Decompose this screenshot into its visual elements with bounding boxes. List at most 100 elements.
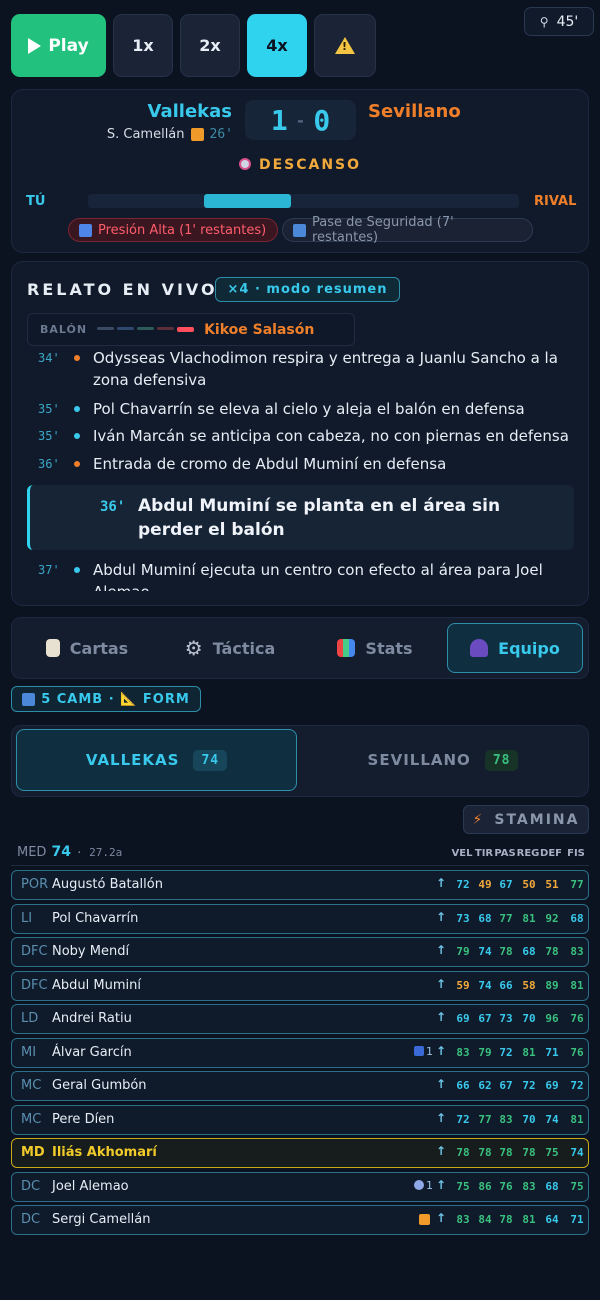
stat-reg: 70 xyxy=(522,1112,536,1126)
event-text: Pol Chavarrín se eleva al cielo y aleja … xyxy=(93,400,525,418)
player-name: Sergi Camellán xyxy=(52,1212,151,1227)
player-status-badge: 1 xyxy=(414,1045,433,1058)
player-position: MI xyxy=(21,1044,37,1060)
possession-trail xyxy=(97,327,195,332)
stat-header-fis: FIS xyxy=(567,848,585,859)
player-row[interactable]: POR Augustó Batallón ↑ 72 49 67 50 51 77 xyxy=(11,870,589,900)
tab-label: Cartas xyxy=(69,638,129,658)
stat-def: 64 xyxy=(545,1213,559,1226)
tactic-chip-pressure[interactable]: Presión Alta (1' restantes) xyxy=(68,218,278,242)
stat-reg: 50 xyxy=(522,878,536,891)
event-minute: 34' xyxy=(38,351,60,365)
stat-pas: 83 xyxy=(499,1112,513,1126)
stat-header-reg: REG xyxy=(516,848,540,859)
team-tab-home[interactable]: VALLEKAS 74 xyxy=(16,729,297,791)
tactic-chip-safe-pass[interactable]: Pase de Seguridad (7' restantes) xyxy=(282,215,533,245)
stat-vel: 66 xyxy=(456,1079,470,1092)
event-dot xyxy=(74,433,80,439)
player-row[interactable]: MD Iliás Akhomarí ↑ 78 78 78 78 75 74 xyxy=(11,1138,589,1168)
player-name: Pol Chavarrín xyxy=(52,910,139,926)
stat-def: 74 xyxy=(545,1112,559,1126)
average-label: MED xyxy=(17,845,47,860)
lightning-icon: ⚡ xyxy=(472,811,485,828)
stat-vel: 69 xyxy=(456,1012,470,1025)
status-text: DESCANSO xyxy=(258,157,362,173)
stat-pas: 73 xyxy=(499,1012,513,1025)
event-dot xyxy=(74,461,80,467)
scorer-minute: 26' xyxy=(209,127,233,142)
player-row[interactable]: MC Geral Gumbón ↑ 66 62 67 72 69 72 xyxy=(11,1071,589,1101)
player-name: Andrei Ratiu xyxy=(52,1011,132,1026)
badge-count: 1 xyxy=(426,1044,433,1058)
event-dot xyxy=(74,355,80,361)
player-status-badge: 1 xyxy=(414,1179,433,1192)
event-minute: 37' xyxy=(38,563,60,577)
player-position: DFC xyxy=(21,977,48,993)
event-dot xyxy=(74,406,80,412)
stat-vel: 72 xyxy=(456,878,470,891)
event-minute: 36' xyxy=(100,499,126,515)
stat-pas: 78 xyxy=(499,945,513,958)
alarm-clock-icon xyxy=(238,158,251,170)
player-name: Abdul Muminí xyxy=(52,977,141,993)
form-up-icon: ↑ xyxy=(436,1211,447,1225)
average-age: · 27.2a xyxy=(75,846,123,859)
player-row[interactable]: MC Pere Díen ↑ 72 77 83 70 74 81 xyxy=(11,1104,589,1135)
tab-tactica[interactable]: ⚙ Táctica xyxy=(165,623,295,673)
stat-pas: 67 xyxy=(499,878,513,891)
match-minute: ⚲ 45' xyxy=(524,7,594,36)
stat-vel: 78 xyxy=(456,1146,470,1159)
player-row[interactable]: LD Andrei Ratiu ↑ 69 67 73 70 96 76 xyxy=(11,1004,589,1034)
form-up-icon: ↑ xyxy=(436,876,447,890)
stat-pas: 78 xyxy=(499,1213,513,1226)
player-row[interactable]: LI Pol Chavarrín ↑ 73 68 77 81 92 68 xyxy=(11,903,589,934)
form-up-icon: ↑ xyxy=(436,943,447,957)
player-position: LI xyxy=(21,910,33,926)
team-rating: 78 xyxy=(484,749,519,771)
speed-4x-button[interactable]: 4x xyxy=(247,14,307,77)
stat-pas: 78 xyxy=(499,1146,513,1159)
warning-button[interactable]: ! xyxy=(314,14,376,77)
speed-2x-button[interactable]: 2x xyxy=(180,14,240,77)
score-display: 1-0 xyxy=(245,100,356,140)
event-dot xyxy=(74,567,80,573)
form-up-icon: ↑ xyxy=(436,1077,447,1091)
stat-def: 92 xyxy=(545,911,559,925)
stat-header-vel: VEL xyxy=(451,848,473,859)
speed-1x-button[interactable]: 1x xyxy=(113,14,173,77)
team-tab-away[interactable]: SEVILLANO 78 xyxy=(303,729,583,791)
player-row[interactable]: DC Sergi Camellán ↑ 83 84 78 81 64 71 xyxy=(11,1205,589,1235)
match-status: DESCANSO xyxy=(0,157,600,173)
play-button[interactable]: Play xyxy=(11,14,106,77)
substitutions-formation-button[interactable]: 5 CAMB · 📐 FORM xyxy=(11,686,201,712)
player-name: Augustó Batallón xyxy=(52,877,163,892)
player-position: POR xyxy=(21,877,49,892)
stat-vel: 73 xyxy=(456,911,470,925)
player-row[interactable]: DFC Abdul Muminí ↑ 59 74 66 58 89 81 xyxy=(11,970,589,1001)
stat-fis: 77 xyxy=(570,878,584,891)
stamina-toggle-button[interactable]: ⚡ STAMINA xyxy=(463,805,589,834)
player-row[interactable]: MI Álvar Garcín ↑ 1 83 79 72 81 71 76 xyxy=(11,1037,589,1068)
stat-reg: 78 xyxy=(522,1146,536,1159)
stat-header-def: DEF xyxy=(540,848,562,859)
team-icon xyxy=(470,639,489,657)
event-minute: 35' xyxy=(38,402,60,416)
tab-stats[interactable]: Stats xyxy=(320,623,430,673)
player-row[interactable]: DFC Noby Mendí ↑ 79 74 78 68 78 83 xyxy=(11,937,589,967)
form-up-icon: ↑ xyxy=(436,1043,447,1058)
stat-def: 75 xyxy=(545,1146,559,1159)
tab-cartas[interactable]: Cartas xyxy=(27,623,147,673)
team-name: VALLEKAS xyxy=(85,751,180,769)
assist-icon xyxy=(414,1046,424,1056)
stat-fis: 83 xyxy=(570,945,584,958)
subs-label: 5 CAMB · 📐 FORM xyxy=(41,691,190,707)
player-row[interactable]: DC Joel Alemao ↑ 1 75 86 76 83 68 75 xyxy=(11,1171,589,1202)
arrow-up-icon xyxy=(79,223,92,237)
tab-equipo[interactable]: Equipo xyxy=(447,623,583,673)
commentary-feed[interactable]: 34' Odysseas Vlachodimon respira y entreg… xyxy=(27,348,574,591)
scorer-name: S. Camellán xyxy=(106,127,185,142)
stat-vel: 83 xyxy=(456,1213,470,1226)
stat-fis: 76 xyxy=(570,1012,584,1025)
commentary-title: RELATO EN VIVO xyxy=(27,280,218,299)
home-score: 1 xyxy=(270,103,288,137)
